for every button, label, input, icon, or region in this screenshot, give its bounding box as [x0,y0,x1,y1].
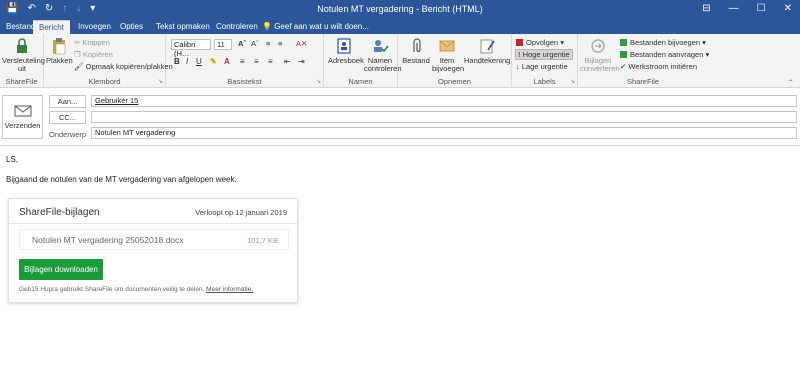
grow-font-icon[interactable]: Aˆ [238,39,246,48]
attach-files-button[interactable]: Bestanden bijvoegen ▾ [620,38,706,47]
bold-icon[interactable]: B [174,57,180,66]
subject-field[interactable]: Notulen MT vergadering [91,127,797,139]
tab-tekst-opmaken[interactable]: Tekst opmaken [150,20,216,34]
signature-icon [480,39,495,54]
expiry-date: Verloopt op 12 januari 2019 [195,208,287,217]
paste-button[interactable]: Plakken [46,37,73,65]
download-attachments-button[interactable]: Bijlagen downloaden [19,259,103,280]
group-labels: Opvolgen ▾ ! Hoge urgentie ↓ Lage urgent… [512,34,578,88]
window-title: Notulen MT vergadering - Bericht (HTML) [317,4,483,14]
tab-controleren[interactable]: Controleren [210,20,264,34]
attachment-row[interactable]: Notulen MT vergadering 25052018.docx 101… [19,229,289,250]
tab-invoegen[interactable]: Invoegen [72,20,117,34]
copy-icon: ❐ [74,50,83,59]
group-namen: Adresboek Namen controleren Namen [324,34,402,88]
decrease-indent-icon[interactable]: ⇤ [284,57,291,66]
to-field[interactable]: Gebruiker 15 [91,95,797,107]
follow-up-button[interactable]: Opvolgen ▾ [516,38,564,47]
cc-field[interactable] [91,111,797,123]
font-name-select[interactable]: Calibri (H… [171,39,211,58]
sharefile-icon [620,51,627,58]
encryption-button[interactable]: Versleuteling uit [2,37,45,73]
attach-item-button[interactable]: Item bijvoegen [432,37,464,73]
send-button[interactable]: Verzenden [2,95,43,139]
brush-icon: 🖌 [74,62,86,71]
lock-icon [17,38,27,53]
underline-icon[interactable]: U [196,57,202,66]
group-opnemen: Bestand Item bijvoegen Handtekening Opne… [398,34,512,88]
group-klembord: Plakken ✂ Knippen ❐ Kopiëren 🖌 Opmaak ko… [44,34,173,88]
font-size-select[interactable]: 11 [214,39,232,50]
ribbon-display-icon[interactable]: ⊟ [702,3,710,14]
cut-button[interactable]: ✂ Knippen [74,38,110,47]
convert-attachments-button[interactable]: Bijlagen converteren [580,37,620,73]
minimize-icon[interactable]: — [729,3,739,14]
lightbulb-icon: 💡 [262,22,272,31]
to-button[interactable]: Aan... [49,95,86,108]
card-footer: Geb15 Hupra gebruikt ShareFile om docume… [19,286,254,293]
shrink-font-icon[interactable]: Aˇ [251,39,259,48]
greeting-text: LS, [6,155,19,164]
italic-icon[interactable]: I [186,57,188,66]
group-basistekst: Calibri (H… 11 Aˆ Aˇ ≡ ≡ A✕ B I U ✎ A ≡ … [166,34,324,88]
tell-me-box[interactable]: 💡 Geef aan wat u wilt doen... [262,20,369,33]
copy-button[interactable]: ❐ Kopiëren [74,50,113,59]
recipient-chip[interactable]: Gebruiker 15 [95,96,138,105]
subject-label: Onderwerp [49,130,87,139]
group-sharefile-2: Bijlagen converteren Bestanden bijvoegen… [580,37,710,86]
flag-icon [516,39,523,46]
check-names-button[interactable]: Namen controleren [364,37,402,73]
ribbon-tabs: Bestand Bericht Invoegen Opties Tekst op… [0,19,800,34]
numbering-icon[interactable]: ≡ [278,39,282,48]
convert-icon [591,39,605,53]
maximize-icon[interactable]: ☐ [757,3,766,14]
divider [9,223,297,224]
clipboard-icon [53,38,66,55]
group-sharefile: Versleuteling uit ShareFile [0,34,45,88]
align-right-icon[interactable]: ≡ [268,57,273,66]
paperclip-icon [413,38,421,53]
collapse-ribbon-icon[interactable]: ⌃ [788,78,794,87]
dialog-launcher-icon[interactable]: ↘ [570,78,575,85]
attach-file-button[interactable]: Bestand [402,37,430,65]
sharefile-icon [620,39,627,46]
signature-button[interactable]: Handtekening [464,37,510,65]
cc-button[interactable]: CC... [49,111,86,124]
title-bar: 💾 ↶ ↻ ↑ ↓ ▾ Notulen MT vergadering - Ber… [0,0,800,19]
low-importance-button[interactable]: ↓ Lage urgentie [516,62,568,71]
align-center-icon[interactable]: ≡ [254,57,259,66]
send-icon [14,105,31,117]
increase-indent-icon[interactable]: ⇥ [298,57,305,66]
bullets-icon[interactable]: ≡ [266,39,270,48]
body-text: Bijgaand de notulen van de MT vergaderin… [6,175,237,184]
card-title: ShareFile-bijlagen [19,207,100,218]
highlight-icon[interactable]: ✎ [210,57,217,66]
font-color-icon[interactable]: A [224,57,230,66]
close-icon[interactable]: ✕ [784,3,792,14]
request-files-button[interactable]: Bestanden aanvragen ▾ [620,50,709,59]
address-book-button[interactable]: Adresboek [328,37,364,65]
tab-opties[interactable]: Opties [114,20,149,34]
dialog-launcher-icon[interactable]: ↘ [316,78,321,85]
format-painter-button[interactable]: 🖌 Opmaak kopiëren/plakken [74,62,173,71]
attachment-name: Notulen MT vergadering 25052018.docx [32,235,184,245]
clear-formatting-icon[interactable]: A✕ [296,39,307,48]
address-book-icon [337,38,351,54]
align-left-icon[interactable]: ≡ [240,57,245,66]
message-body[interactable]: LS, Bijgaand de notulen van de MT vergad… [0,145,800,375]
tab-bericht[interactable]: Bericht [33,20,70,34]
sharefile-card: ShareFile-bijlagen Verloopt op 12 januar… [8,198,298,303]
ribbon: Versleuteling uit ShareFile Plakken ✂ Kn… [0,34,800,88]
high-importance-button[interactable]: ! Hoge urgentie [515,49,573,60]
attachment-size: 101,7 KB [247,236,278,245]
dialog-launcher-icon[interactable]: ↘ [158,78,163,85]
more-info-link[interactable]: Meer informatie. [206,286,253,293]
check-names-icon [374,40,389,53]
envelope-icon [439,40,455,52]
start-workflow-button[interactable]: ✔ Werkstroom initiëren [620,62,697,71]
